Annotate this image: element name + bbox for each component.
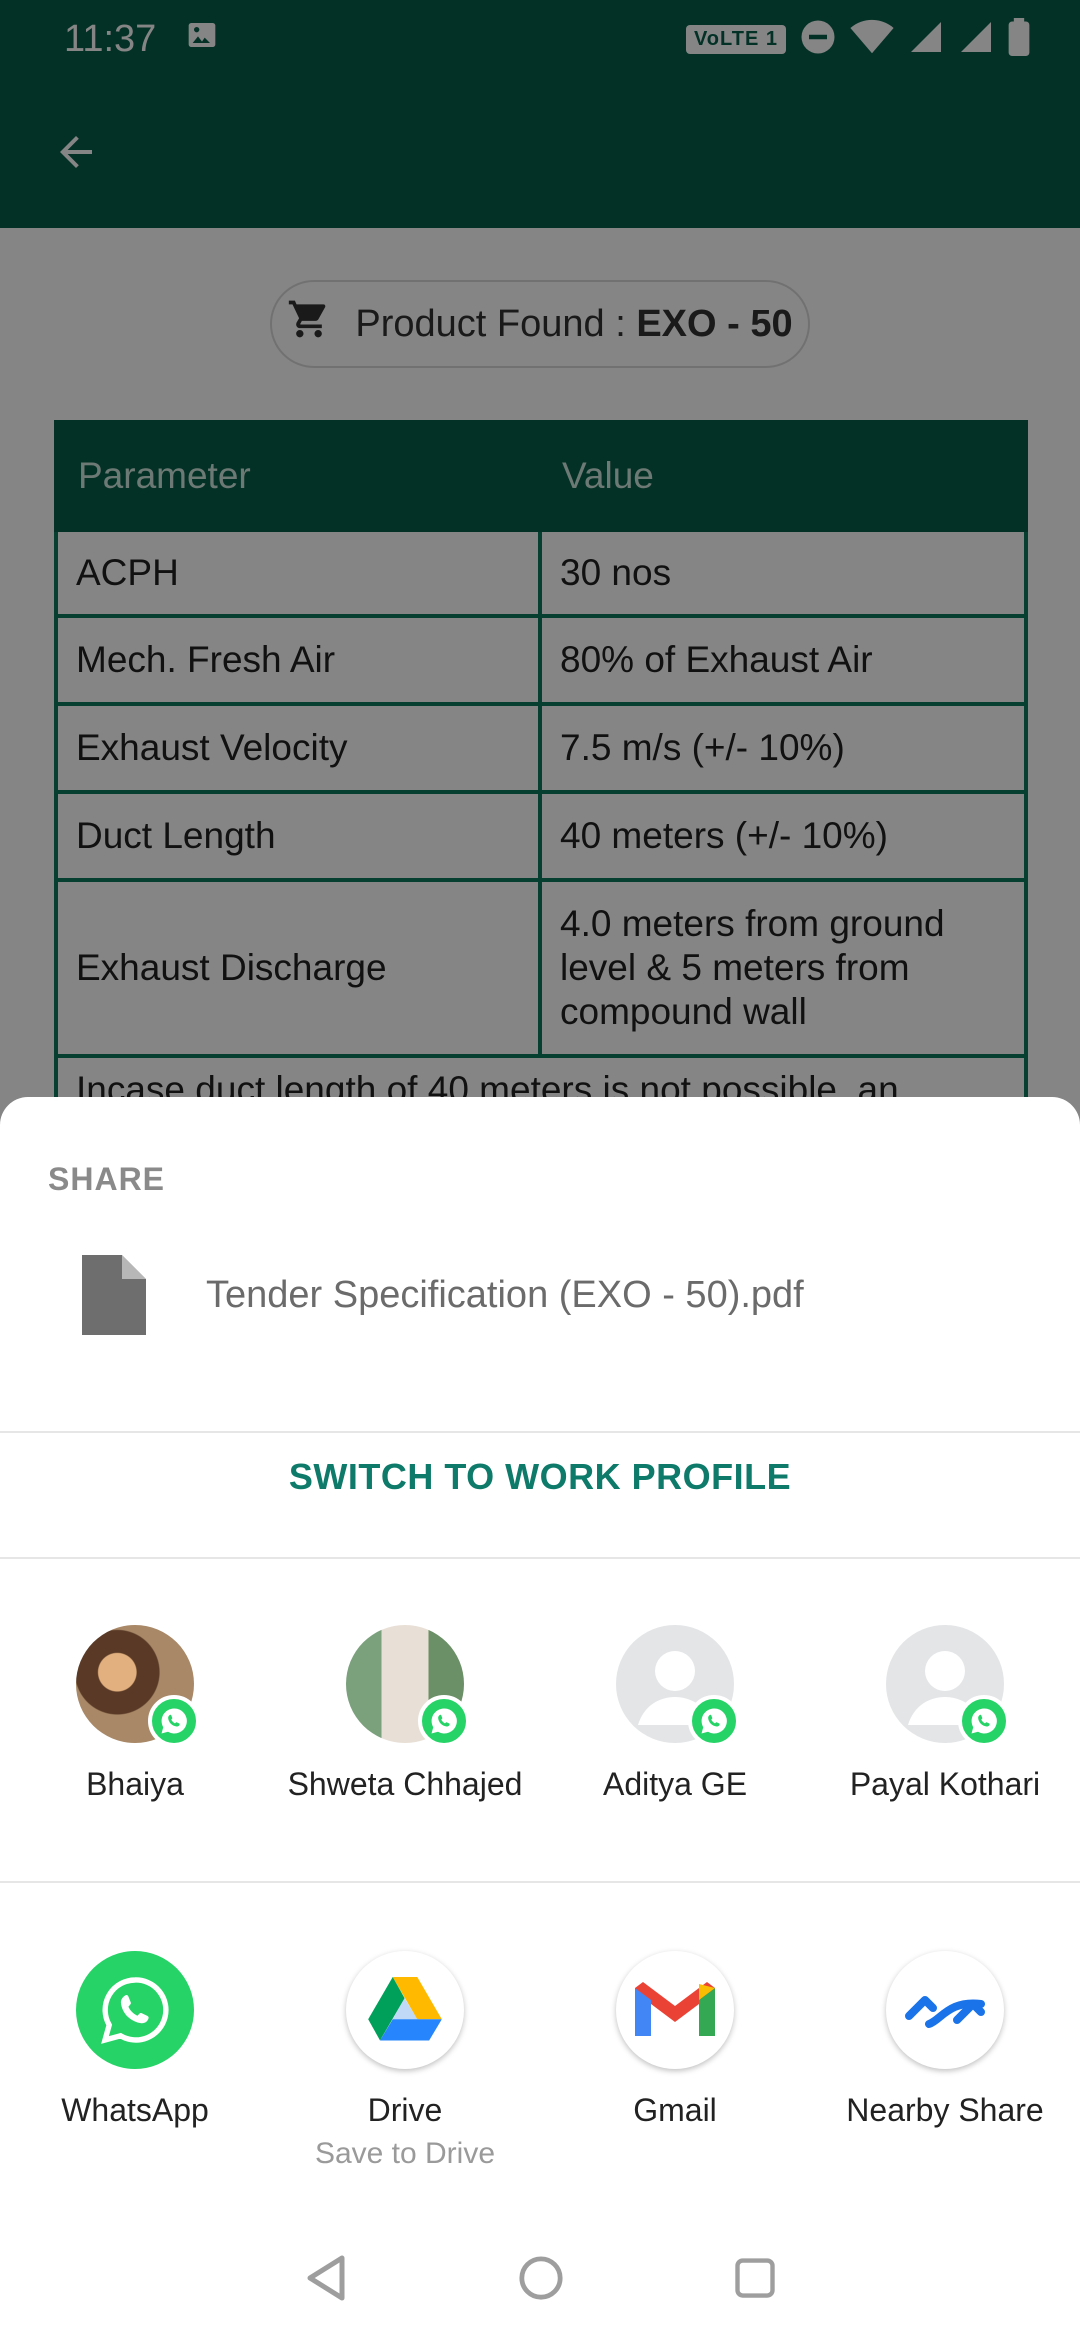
divider xyxy=(0,1881,1080,1883)
nearby-share-icon xyxy=(886,1951,1004,2069)
contact-target-aditya[interactable]: Aditya GE xyxy=(540,1625,810,1803)
app-name: Drive xyxy=(367,2092,443,2128)
drive-icon xyxy=(346,1951,464,2069)
app-target-nearby-share[interactable]: Nearby Share xyxy=(810,1951,1080,2171)
whatsapp-icon xyxy=(76,1951,194,2069)
share-sheet: SHARE Tender Specification (EXO - 50).pd… xyxy=(0,1097,1080,2340)
app-subtitle: Save to Drive xyxy=(314,2137,496,2170)
whatsapp-badge-icon xyxy=(148,1695,200,1747)
app-targets-row: WhatsApp Drive Save to Drive Gmail Nearb… xyxy=(0,1951,1080,2171)
whatsapp-badge-icon xyxy=(688,1695,740,1747)
contact-target-bhaiya[interactable]: Bhaiya xyxy=(0,1625,270,1803)
nav-back-icon[interactable] xyxy=(304,2254,348,2307)
app-target-gmail[interactable]: Gmail xyxy=(540,1951,810,2171)
share-title: SHARE xyxy=(48,1161,166,1197)
app-target-drive[interactable]: Drive Save to Drive xyxy=(270,1951,540,2171)
contact-target-payal[interactable]: Payal Kothari xyxy=(810,1625,1080,1803)
gmail-icon xyxy=(616,1951,734,2069)
file-icon xyxy=(74,1247,154,1343)
divider xyxy=(0,1557,1080,1559)
shared-file-row: Tender Specification (EXO - 50).pdf xyxy=(0,1247,1080,1343)
contact-name: Payal Kothari xyxy=(849,1766,1041,1802)
avatar xyxy=(616,1625,740,1747)
app-name: Gmail xyxy=(633,2092,717,2128)
nav-home-icon[interactable] xyxy=(518,2255,564,2306)
screen: 11:37 VoLTE 1 Product Found: EXO - 50 P… xyxy=(0,0,1080,2340)
avatar xyxy=(346,1625,470,1747)
app-name: WhatsApp xyxy=(61,2092,209,2128)
contact-target-shweta[interactable]: Shweta Chhajed xyxy=(270,1625,540,1803)
navigation-bar xyxy=(0,2220,1080,2340)
avatar xyxy=(886,1625,1010,1747)
app-target-whatsapp[interactable]: WhatsApp xyxy=(0,1951,270,2171)
nav-recents-icon[interactable] xyxy=(734,2257,776,2304)
shared-file-name: Tender Specification (EXO - 50).pdf xyxy=(206,1273,804,1316)
contact-name: Bhaiya xyxy=(86,1766,184,1802)
whatsapp-badge-icon xyxy=(418,1695,470,1747)
app-name: Nearby Share xyxy=(846,2092,1044,2128)
direct-share-row: Bhaiya Shweta Chhajed Aditya GE Payal Ko… xyxy=(0,1625,1080,1803)
contact-name: Shweta Chhajed xyxy=(287,1766,523,1802)
whatsapp-badge-icon xyxy=(958,1695,1010,1747)
contact-name: Aditya GE xyxy=(602,1766,748,1802)
switch-work-profile-button[interactable]: SWITCH TO WORK PROFILE xyxy=(0,1432,1080,1522)
avatar xyxy=(76,1625,200,1747)
